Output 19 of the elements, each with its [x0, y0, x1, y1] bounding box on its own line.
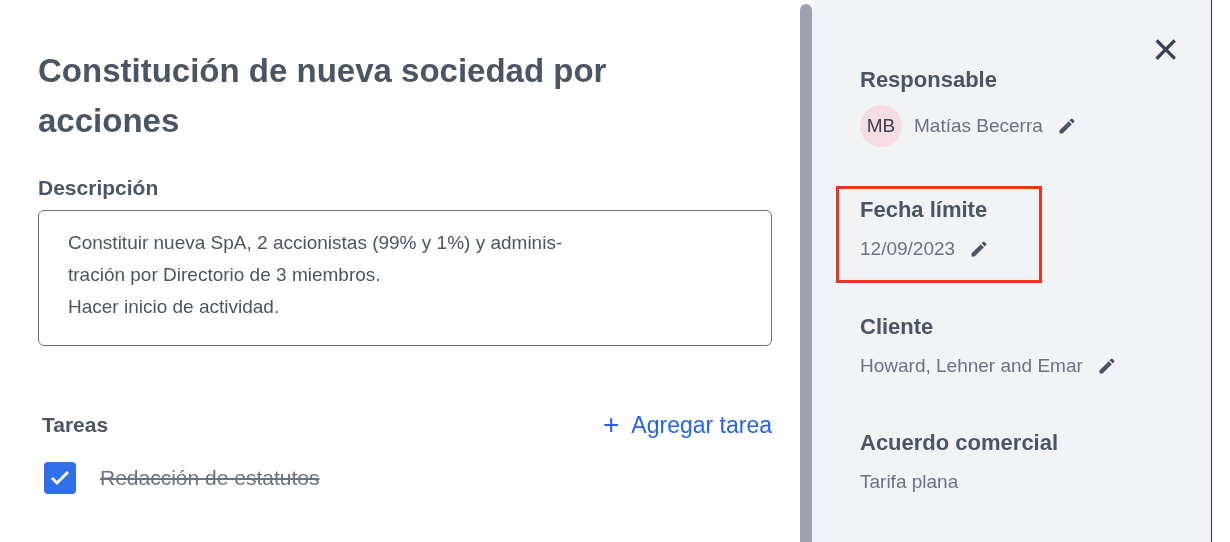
task-checkbox[interactable] — [44, 462, 76, 494]
field-label: Acuerdo comercial — [860, 429, 1059, 457]
field-value: Matías Becerra — [914, 113, 1043, 138]
field-label: Cliente — [860, 312, 935, 341]
add-task-link[interactable]: + Agregar tarea — [603, 407, 772, 442]
field-value: Tarifa plana — [860, 470, 959, 494]
description-label: Descripción — [38, 175, 160, 201]
field-value: 12/09/2023 — [860, 237, 956, 261]
avatar: MB — [860, 105, 902, 147]
field-value: Howard, Lehner and Emar — [860, 353, 1083, 378]
field-label: Fecha límite — [860, 196, 989, 224]
task-title: Constitución de nueva sociedad por acciones — [38, 51, 608, 141]
close-button[interactable]: × — [1152, 26, 1179, 72]
plus-icon: + — [603, 410, 620, 439]
description-field[interactable]: Constituir nueva SpA, 2 accionistas (99% y 1%) y adminis- tración por Directorio de 3 miembros. Hacer inicio de actividad. — [38, 209, 772, 346]
field-label: Responsable — [860, 66, 998, 94]
task-label: Redacción de estatutos — [100, 465, 320, 492]
scrollbar[interactable] — [800, 4, 812, 542]
tasks-heading: Tareas — [42, 412, 109, 438]
